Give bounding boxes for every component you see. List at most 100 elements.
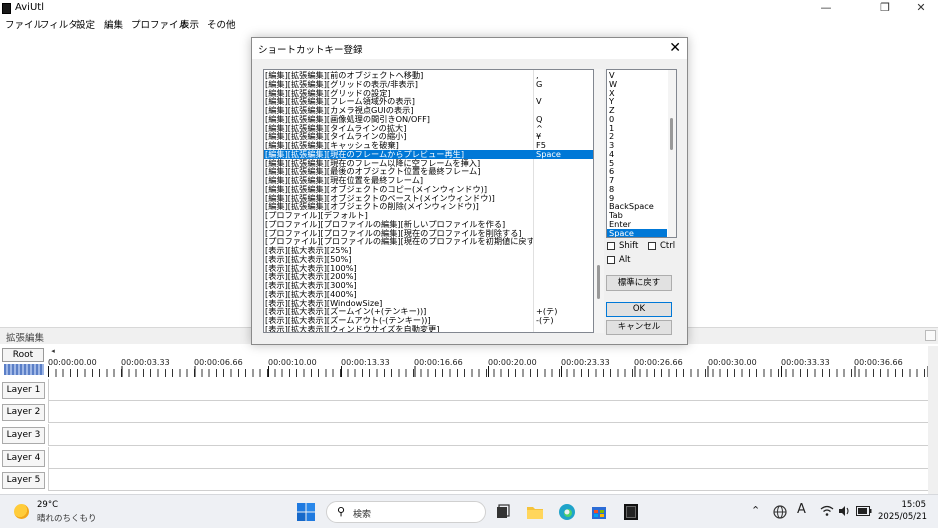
key-list-item[interactable]: X [607, 88, 667, 98]
clock-time[interactable]: 15:05 [890, 500, 927, 510]
volume-icon[interactable] [838, 505, 851, 517]
command-list-item[interactable]: [編集][拡張編集][現在のフレーム以降に空フレームを挿入] [264, 159, 593, 168]
layer-button[interactable]: Layer 2 [2, 404, 45, 421]
layer-button[interactable]: Layer 5 [2, 472, 45, 489]
command-list-item[interactable]: [編集][拡張編集][現在のフレームからプレビュー再生] Space [264, 149, 593, 159]
command-list-item[interactable]: [表示][拡大表示][ウィンドウサイズを自動変更] [264, 325, 593, 332]
layer-track[interactable] [48, 469, 928, 491]
key-list-item[interactable]: 2 [607, 132, 667, 141]
command-list-item[interactable]: [編集][拡張編集][オブジェクトのペースト(メインウィンドウ)] [264, 194, 593, 203]
command-list-item[interactable]: [編集][拡張編集][フレーム領域外の表示] V [264, 97, 593, 106]
command-list-item[interactable]: [表示][拡大表示][25%] [264, 246, 593, 255]
cancel-button[interactable]: キャンセル [606, 320, 672, 335]
command-list-item[interactable]: [編集][拡張編集][カメラ視点GUIの表示] [264, 106, 593, 115]
weather-temperature[interactable]: 29°C [37, 500, 58, 510]
command-list-item[interactable]: [プロファイル][プロファイルの編集][現在のプロファイルを初期値に戻す] [264, 237, 593, 246]
command-name: [編集][拡張編集][現在のフレーム以降に空フレームを挿入] [265, 158, 481, 168]
menu-settings[interactable]: 設定 [76, 17, 95, 31]
command-list-scrollbar[interactable] [594, 69, 604, 333]
weather-description[interactable]: 晴れのちくもり [37, 512, 97, 524]
key-list-item[interactable]: 1 [607, 123, 667, 133]
key-list[interactable]: V W X Y Z 0 1 2 3 4 5 6 7 8 9 BackSpace Tab Enter Space [606, 69, 677, 238]
command-list-item[interactable]: [表示][拡大表示][WindowSize] [264, 299, 593, 308]
show-hidden-icons-chevron-icon[interactable]: ⌃ [751, 504, 760, 517]
dialog-close-icon[interactable]: ✕ [669, 40, 681, 56]
command-list-item[interactable]: [プロファイル][デフォルト] [264, 211, 593, 220]
key-list-item[interactable]: 5 [607, 158, 667, 168]
command-list-item[interactable]: [表示][拡大表示][ズームイン(+(テンキー))] +(テ) [264, 307, 593, 316]
menu-other[interactable]: その他 [207, 17, 236, 31]
key-list-item[interactable]: 0 [607, 114, 667, 124]
minimize-button[interactable]: — [810, 0, 842, 16]
key-list-item[interactable]: W [607, 79, 667, 89]
layer-track[interactable] [48, 401, 928, 423]
layer-button[interactable]: Layer 4 [2, 450, 45, 467]
layer-track[interactable] [48, 379, 928, 401]
ctrl-checkbox[interactable] [648, 242, 656, 250]
menu-filter[interactable]: フィルタ [40, 17, 78, 31]
layer-button[interactable]: Layer 3 [2, 427, 45, 444]
clock-date[interactable]: 2025/05/21 [878, 512, 927, 522]
microsoft-store-icon[interactable] [589, 502, 609, 522]
key-list-scrollbar[interactable] [668, 70, 676, 237]
close-window-button[interactable]: ✕ [905, 0, 937, 16]
maximize-button[interactable]: ❐ [869, 0, 901, 16]
file-explorer-icon[interactable] [525, 502, 545, 522]
command-list-item[interactable]: [表示][拡大表示][50%] [264, 255, 593, 264]
reset-default-button[interactable]: 標準に戻す [606, 275, 672, 291]
menu-view[interactable]: 表示 [180, 17, 199, 31]
command-list-item[interactable]: [編集][拡張編集][タイムラインの縮小] ¥ [264, 132, 593, 141]
command-list-item[interactable]: [表示][拡大表示][200%] [264, 272, 593, 281]
battery-icon[interactable] [856, 506, 872, 516]
command-list-item[interactable]: [編集][拡張編集][オブジェクトのコピー(メインウィンドウ)] [264, 185, 593, 194]
menu-edit[interactable]: 編集 [104, 17, 123, 31]
shift-checkbox[interactable] [607, 242, 615, 250]
windows-start-icon[interactable] [296, 502, 316, 522]
aviutl-taskbar-icon[interactable] [621, 502, 641, 522]
key-list-item[interactable]: 8 [607, 184, 667, 194]
key-list-item[interactable]: Space [607, 228, 667, 237]
command-list-item[interactable]: [プロファイル][プロファイルの編集][現在のプロファイルを削除する] [264, 229, 593, 238]
key-list-item[interactable]: Y [607, 97, 667, 106]
network-globe-icon[interactable] [772, 504, 788, 520]
timeline-zoom-bar[interactable] [4, 364, 44, 375]
wifi-icon[interactable] [820, 505, 834, 517]
key-list-item[interactable]: 4 [607, 149, 667, 159]
key-list-item[interactable]: 6 [607, 167, 667, 176]
root-button[interactable]: Root [2, 348, 44, 362]
layer-button[interactable]: Layer 1 [2, 382, 45, 399]
key-list-item[interactable]: Z [607, 106, 667, 115]
command-list[interactable]: [編集][拡張編集][前のオブジェクトへ移動], [編集][拡張編集][グリッドの… [263, 69, 594, 333]
command-list-item[interactable]: [編集][拡張編集][キャッシュを破棄] F5 [264, 141, 593, 150]
edge-browser-icon[interactable] [557, 502, 577, 522]
timeline-close-button[interactable] [925, 330, 936, 341]
task-view-icon[interactable] [493, 502, 513, 522]
key-list-scroll-thumb[interactable] [670, 118, 673, 150]
command-list-item[interactable]: [表示][拡大表示][400%] [264, 290, 593, 299]
layer-track[interactable] [48, 424, 928, 446]
alt-checkbox[interactable] [607, 256, 615, 264]
timeline-vertical-scrollbar[interactable] [928, 346, 938, 494]
ruler-nav-icon[interactable]: ◂ [48, 347, 58, 356]
command-list-item[interactable]: [編集][拡張編集][前のオブジェクトへ移動], [264, 71, 593, 80]
command-list-item[interactable]: [編集][拡張編集][画像処理の間引きON/OFF] Q [264, 115, 593, 124]
menu-file[interactable]: ファイル [5, 17, 43, 31]
command-list-scroll-thumb[interactable] [597, 265, 600, 299]
key-list-item[interactable]: 7 [607, 176, 667, 185]
ok-button[interactable]: OK [606, 302, 672, 317]
command-list-item[interactable]: [表示][拡大表示][300%] [264, 281, 593, 290]
command-list-item[interactable]: [プロファイル][プロファイルの編集][新しいプロファイルを作る] [264, 220, 593, 229]
command-list-item[interactable]: [表示][拡大表示][ズームアウト(-(テンキー))] -(テ) [264, 316, 593, 325]
command-list-item[interactable]: [編集][拡張編集][タイムラインの拡大] ^ [264, 124, 593, 133]
command-list-item[interactable]: [編集][拡張編集][グリッドの設定] [264, 89, 593, 98]
command-list-item[interactable]: [編集][拡張編集][グリッドの表示/非表示] G [264, 80, 593, 89]
command-list-item[interactable]: [編集][拡張編集][最後のオブジェクト位置を最終フレーム] [264, 167, 593, 176]
key-list-item[interactable]: 3 [607, 141, 667, 150]
ime-indicator[interactable]: A [797, 502, 806, 517]
command-list-item[interactable]: [編集][拡張編集][現在位置を最終フレーム] [264, 176, 593, 185]
layer-track[interactable] [48, 447, 928, 469]
taskbar-search-box[interactable]: ⚲ 検索 [326, 501, 486, 523]
command-list-item[interactable]: [編集][拡張編集][オブジェクトの削除(メインウィンドウ)] [264, 202, 593, 211]
weather-sun-icon[interactable] [14, 504, 29, 519]
command-list-item[interactable]: [表示][拡大表示][100%] [264, 264, 593, 273]
